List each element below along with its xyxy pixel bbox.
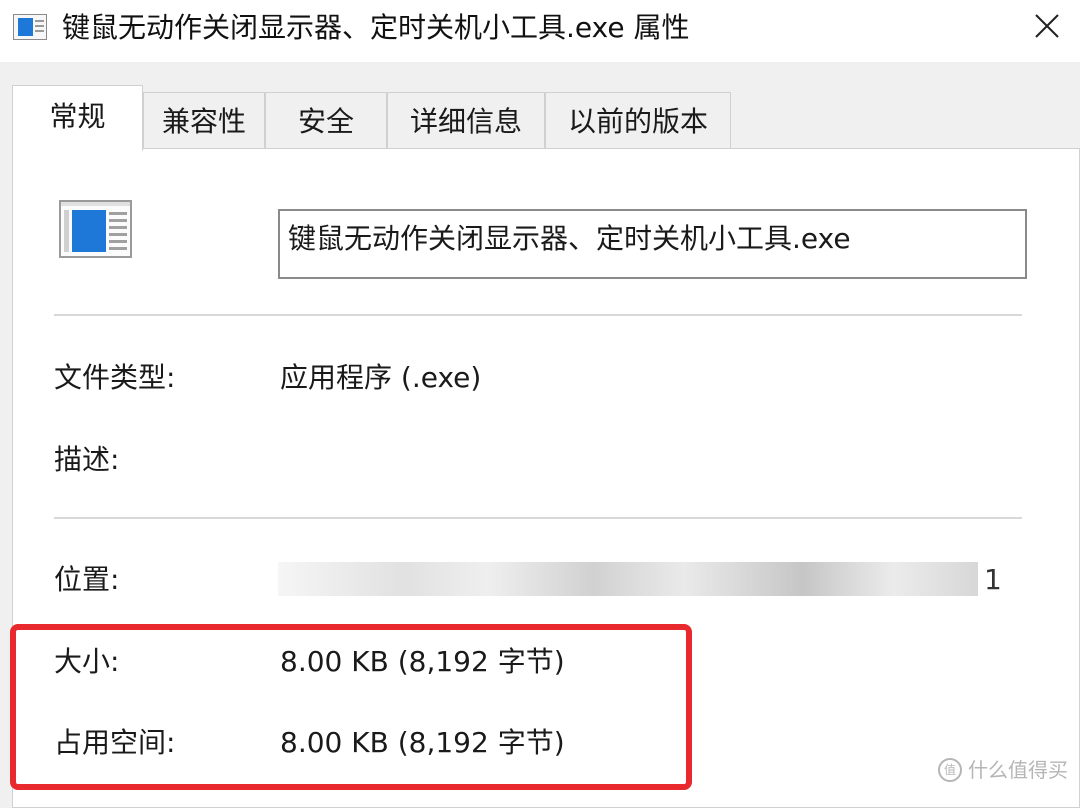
- app-window-icon: [13, 14, 47, 40]
- divider: [54, 314, 1022, 316]
- file-type-value: 应用程序 (.exe): [280, 361, 482, 394]
- tab-previous-versions[interactable]: 以前的版本: [545, 92, 731, 149]
- watermark: 值 什么值得买: [938, 758, 1068, 782]
- window-title: 键鼠无动作关闭显示器、定时关机小工具.exe 属性: [62, 11, 690, 44]
- location-label: 位置:: [54, 563, 120, 596]
- description-label: 描述:: [54, 443, 120, 476]
- location-value-suffix: 1: [984, 563, 1002, 596]
- watermark-text: 什么值得买: [968, 758, 1068, 782]
- divider: [54, 517, 1022, 519]
- location-value-blurred: [278, 562, 978, 596]
- close-button[interactable]: [1014, 0, 1080, 52]
- watermark-logo-icon: 值: [938, 758, 962, 782]
- file-name-input[interactable]: 键鼠无动作关闭显示器、定时关机小工具.exe: [278, 209, 1027, 279]
- exe-file-icon: [59, 200, 132, 258]
- close-icon: [1035, 14, 1059, 38]
- title-bar: 键鼠无动作关闭显示器、定时关机小工具.exe 属性: [0, 0, 1080, 62]
- tab-details[interactable]: 详细信息: [387, 92, 545, 149]
- red-highlight-box: [10, 624, 692, 790]
- tab-security[interactable]: 安全: [265, 92, 387, 149]
- tab-compatibility[interactable]: 兼容性: [143, 92, 265, 149]
- file-type-label: 文件类型:: [54, 361, 176, 394]
- tab-general[interactable]: 常规: [12, 85, 143, 151]
